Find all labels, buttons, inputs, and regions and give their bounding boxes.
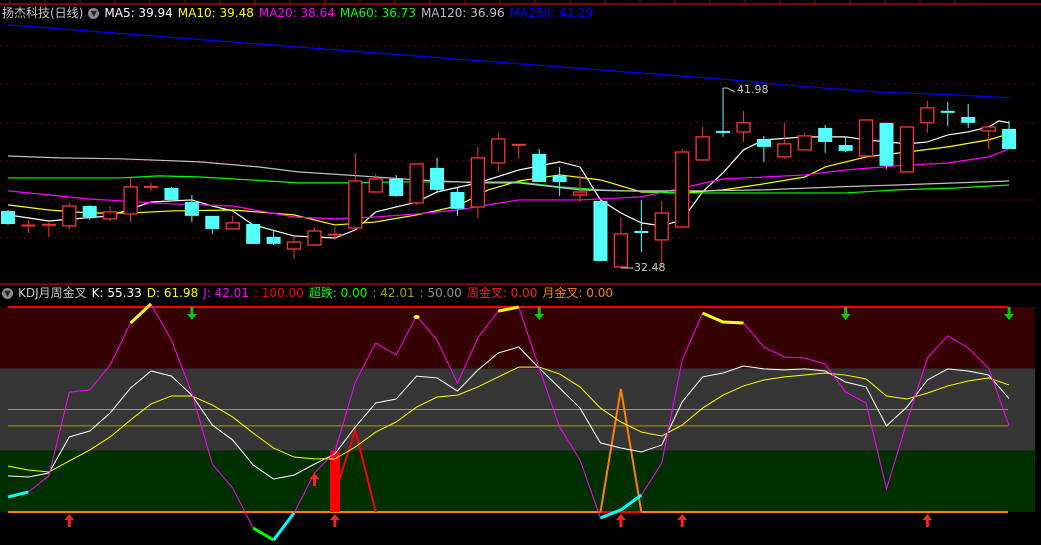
- stock-chart[interactable]: [0, 0, 1041, 545]
- high-price-label: 41.98: [737, 83, 769, 96]
- candle-body: [552, 175, 567, 182]
- kdj-panel-header: ▼ KDJ月周金叉 K: 55.33 D: 61.98 J: 42.01 : 100.…: [2, 285, 623, 301]
- price-annotation-leader: [723, 87, 736, 93]
- candle-body: [920, 107, 935, 124]
- ma-line-ma5: [7, 120, 1010, 239]
- candle-body: [675, 151, 690, 228]
- candle-body: [981, 126, 996, 132]
- kdj-legend: K: 55.33 D: 61.98 J: 42.01 : 100.00 超跌: 0.00…: [92, 285, 618, 301]
- candle-body: [613, 233, 629, 268]
- ma-line-ma250: [7, 24, 1010, 99]
- buy-arrow-icon: [615, 514, 626, 527]
- candle-body: [164, 188, 179, 200]
- kdj-legend-item: D: 61.98: [146, 286, 199, 300]
- candle-body: [756, 138, 771, 147]
- kdj-band: [0, 307, 1035, 369]
- stock-title: 扬杰科技(日线): [2, 6, 84, 20]
- candle-body: [246, 224, 261, 244]
- candle-body: [532, 153, 547, 182]
- buy-arrow-icon: [677, 514, 688, 527]
- j-highlight-segment: [252, 526, 275, 542]
- candle-body: [389, 178, 404, 196]
- candle-body: [695, 136, 710, 161]
- candle-body: [82, 206, 97, 217]
- candle-body: [123, 186, 138, 215]
- candle-body: [961, 116, 976, 123]
- kdj-legend-item: : 42.01: [372, 286, 415, 300]
- kdj-legend-item: 超跌: 0.00: [308, 286, 368, 300]
- candle-body: [470, 157, 486, 208]
- candle-body: [307, 230, 322, 246]
- candle-body: [368, 178, 383, 193]
- ma-line-ma10: [7, 133, 1010, 226]
- candle-body: [184, 202, 199, 216]
- candle-body: [593, 200, 608, 261]
- kdj-legend-item: 月金叉: 0.00: [542, 286, 613, 300]
- candle-body: [858, 119, 874, 157]
- buy-arrow-icon: [64, 514, 75, 527]
- candle-body: [818, 127, 833, 142]
- kdj-legend-item: 周金叉: 0.00: [466, 286, 538, 300]
- candle-body: [450, 191, 465, 209]
- candle-body: [1002, 128, 1017, 149]
- ma-legend-item: MA120: 36.96: [420, 6, 505, 20]
- candle-body: [797, 135, 812, 151]
- ma-legend-item: MA20: 38.64: [258, 6, 335, 20]
- ma-legend: MA5: 39.94 MA10: 39.48 MA20: 38.64 MA60: 36…: [104, 5, 598, 21]
- candle-body: [777, 143, 792, 158]
- candle-body: [736, 122, 751, 133]
- candle-body: [654, 212, 669, 241]
- candle-body: [409, 163, 424, 204]
- j-highlight-segment: [272, 512, 296, 541]
- candle-body: [491, 138, 506, 164]
- j-highlight-dot: [413, 315, 420, 320]
- ma-legend-item: MA60: 36.73: [339, 6, 416, 20]
- price-panel-header: 扬杰科技(日线) ▼ MA5: 39.94 MA10: 39.48 MA20: 38…: [2, 5, 603, 21]
- kdj-legend-item: : 50.00: [419, 286, 462, 300]
- ma-legend-item: MA10: 39.48: [177, 6, 254, 20]
- candle-body: [205, 215, 220, 229]
- kdj-legend-item: J: 42.01: [203, 286, 249, 300]
- low-price-label: 32.48: [634, 261, 666, 274]
- candle-body: [266, 236, 281, 244]
- candle-body: [572, 191, 588, 196]
- candle-body: [225, 222, 240, 230]
- ma-legend-item: MA5: 39.94: [104, 6, 173, 20]
- candle-body: [286, 241, 302, 250]
- candle-body: [430, 167, 445, 190]
- ma-legend-item: MA250: 41.29: [509, 6, 594, 20]
- candle-body: [62, 205, 77, 227]
- candle-body: [103, 211, 118, 220]
- candle-body: [348, 180, 363, 229]
- buy-arrow-icon: [922, 514, 933, 527]
- candle-body: [1, 210, 15, 224]
- kdj-legend-item: : 100.00: [253, 286, 304, 300]
- candle-body: [838, 144, 853, 151]
- kdj-title: KDJ月周金叉: [18, 286, 87, 300]
- chevron-down-icon[interactable]: ▼: [88, 7, 100, 19]
- candle-body: [879, 122, 894, 166]
- chevron-down-icon[interactable]: ▼: [2, 287, 13, 299]
- candle-body: [899, 126, 915, 173]
- buy-arrow-icon: [329, 514, 340, 527]
- kdj-legend-item: K: 55.33: [91, 286, 142, 300]
